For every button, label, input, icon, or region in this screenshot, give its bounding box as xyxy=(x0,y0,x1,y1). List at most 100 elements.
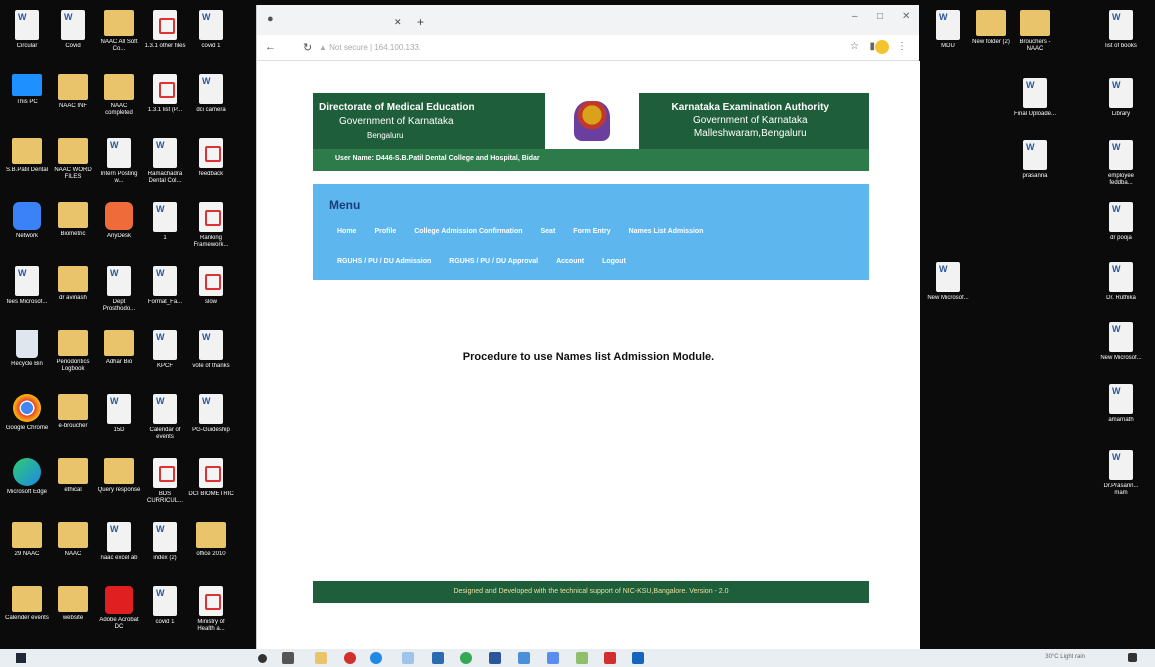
desktop-icon[interactable]: New Microsof... xyxy=(1098,322,1144,362)
desktop-icon[interactable]: AnyDesk xyxy=(96,202,142,240)
star-icon[interactable]: ☆ xyxy=(850,41,859,52)
desktop-icon[interactable]: NAAC completed xyxy=(96,74,142,117)
desktop-icon[interactable]: S.B.Patil Dental xyxy=(4,138,50,174)
menu-item[interactable]: College Admission Confirmation xyxy=(414,228,522,235)
desktop-icon[interactable]: Calender events xyxy=(4,586,50,622)
word-doc-icon[interactable] xyxy=(518,652,530,664)
desktop-icon[interactable]: Intern Posting w... xyxy=(96,138,142,185)
menu-item[interactable]: Seat xyxy=(541,228,556,235)
start-icon[interactable] xyxy=(16,653,26,663)
desktop-icon[interactable]: Ministry of Health a... xyxy=(188,586,234,633)
desktop-icon[interactable]: index (2) xyxy=(142,522,188,562)
people-icon[interactable] xyxy=(547,652,559,664)
desktop-icon[interactable]: Format_Fa... xyxy=(142,266,188,306)
edge-icon[interactable] xyxy=(370,652,382,664)
desktop-icon[interactable]: 1.3.1 other files xyxy=(142,10,188,50)
desktop-icon[interactable]: Query response xyxy=(96,458,142,494)
desktop-icon[interactable]: dr avinash xyxy=(50,266,96,302)
desktop-icon[interactable]: Google Chrome xyxy=(4,394,50,432)
desktop-icon[interactable]: Ramachadra Dental Col... xyxy=(142,138,188,185)
notification-icon[interactable] xyxy=(1128,653,1137,662)
desktop-icon[interactable]: Adhar Bio xyxy=(96,330,142,366)
desktop-icon[interactable]: Circular xyxy=(4,10,50,50)
desktop-icon[interactable]: New folder (2) xyxy=(968,10,1014,46)
desktop-icon[interactable]: BDS CURRICUL... xyxy=(142,458,188,505)
desktop-icon[interactable]: employee feddba... xyxy=(1098,140,1144,187)
chrome-menu-icon[interactable]: ● xyxy=(267,13,274,25)
back-icon[interactable]: ← xyxy=(265,41,276,53)
desktop-icon[interactable]: Network xyxy=(4,202,50,240)
photos-icon[interactable] xyxy=(576,652,588,664)
menu-item[interactable]: Home xyxy=(337,228,356,235)
menu-item[interactable]: RGUHS / PU / DU Approval xyxy=(449,258,538,265)
menu-item[interactable]: Names List Admission xyxy=(629,228,704,235)
desktop-icon[interactable]: covid 1 xyxy=(142,586,188,626)
menu-item[interactable]: RGUHS / PU / DU Admission xyxy=(337,258,431,265)
desktop-icon[interactable]: Brouchers - NAAC xyxy=(1012,10,1058,53)
taskbar-app-icon[interactable] xyxy=(402,652,414,664)
url-field[interactable]: ▲ Not secure | 164.100.133. xyxy=(319,43,421,52)
desktop-icon[interactable]: NAAC All Soft Co... xyxy=(96,10,142,53)
task-view-icon[interactable] xyxy=(282,652,294,664)
file-explorer-icon[interactable] xyxy=(315,652,327,664)
desktop-icon[interactable]: PG-Guideship xyxy=(188,394,234,434)
menu-item[interactable]: Form Entry xyxy=(573,228,610,235)
chrome-taskbar-icon[interactable] xyxy=(460,652,472,664)
desktop-icon[interactable]: MDU xyxy=(925,10,971,50)
desktop-icon[interactable]: Adobe Acrobat DC xyxy=(96,586,142,631)
desktop-icon[interactable]: 1 xyxy=(142,202,188,242)
desktop-icon[interactable]: dci camera xyxy=(188,74,234,114)
desktop-icon[interactable]: KPCF xyxy=(142,330,188,370)
opera-icon[interactable] xyxy=(344,652,356,664)
reload-icon[interactable]: ↻ xyxy=(303,41,312,54)
minimize-icon[interactable]: – xyxy=(852,11,858,22)
more-icon[interactable]: ⋮ xyxy=(897,41,907,52)
desktop-icon[interactable]: Microsoft Edge xyxy=(4,458,50,496)
desktop-icon[interactable]: This PC xyxy=(4,74,50,106)
desktop-icon[interactable]: vote of thanks xyxy=(188,330,234,370)
desktop-icon[interactable]: NAAC INF xyxy=(50,74,96,110)
desktop-icon[interactable]: NAAC WORD FILES xyxy=(50,138,96,181)
desktop-icon[interactable]: 29 NAAC xyxy=(4,522,50,558)
desktop-icon[interactable]: list of books xyxy=(1098,10,1144,50)
desktop-icon[interactable]: Periodontics Logbook xyxy=(50,330,96,373)
desktop-icon[interactable]: DCI BIOMETRIC xyxy=(188,458,234,498)
desktop-icon[interactable]: 1.3.1 list (P... xyxy=(142,74,188,114)
desktop-icon[interactable]: Covid xyxy=(50,10,96,50)
menu-item[interactable]: Account xyxy=(556,258,584,265)
word-icon[interactable] xyxy=(489,652,501,664)
desktop-icon[interactable]: naac excel ab xyxy=(96,522,142,562)
desktop-icon[interactable]: e-broucher xyxy=(50,394,96,430)
menu-item[interactable]: Profile xyxy=(374,228,396,235)
search-icon[interactable] xyxy=(258,654,267,663)
desktop-icon[interactable]: covid 1 xyxy=(188,10,234,50)
new-tab-icon[interactable]: + xyxy=(417,15,424,29)
desktop-icon[interactable]: Biometric xyxy=(50,202,96,238)
desktop-icon[interactable]: amarnath xyxy=(1098,384,1144,424)
desktop-icon[interactable]: prasanna xyxy=(1012,140,1058,180)
desktop-icon[interactable]: dr pooja xyxy=(1098,202,1144,242)
maximize-icon[interactable]: □ xyxy=(877,11,883,22)
desktop-icon[interactable]: feedback xyxy=(188,138,234,178)
store-icon[interactable] xyxy=(632,652,644,664)
desktop-icon[interactable]: Calendar of events xyxy=(142,394,188,441)
desktop-icon[interactable]: NAAC xyxy=(50,522,96,558)
desktop-icon[interactable]: Recycle Bin xyxy=(4,330,50,368)
acrobat-taskbar-icon[interactable] xyxy=(604,652,616,664)
desktop-icon[interactable]: Dept Prosthodo... xyxy=(96,266,142,313)
desktop-icon[interactable]: 15D xyxy=(96,394,142,434)
mail-icon[interactable] xyxy=(432,652,444,664)
desktop-icon[interactable]: Dr. Ruthika xyxy=(1098,262,1144,302)
desktop-icon[interactable]: ethical xyxy=(50,458,96,494)
desktop-icon[interactable]: Library xyxy=(1098,78,1144,118)
desktop-icon[interactable]: fees Microsof... xyxy=(4,266,50,306)
desktop-icon[interactable]: Final Uploade... xyxy=(1012,78,1058,118)
desktop-icon[interactable]: Dr.Prasann... mam xyxy=(1098,450,1144,497)
desktop-icon[interactable]: website xyxy=(50,586,96,622)
desktop-icon[interactable]: office 2010 xyxy=(188,522,234,558)
tab-close-icon[interactable]: ✕ xyxy=(394,17,402,28)
close-window-icon[interactable]: ✕ xyxy=(902,11,910,22)
menu-item[interactable]: Logout xyxy=(602,258,626,265)
profile-avatar[interactable] xyxy=(875,40,889,54)
desktop-icon[interactable]: slow xyxy=(188,266,234,306)
